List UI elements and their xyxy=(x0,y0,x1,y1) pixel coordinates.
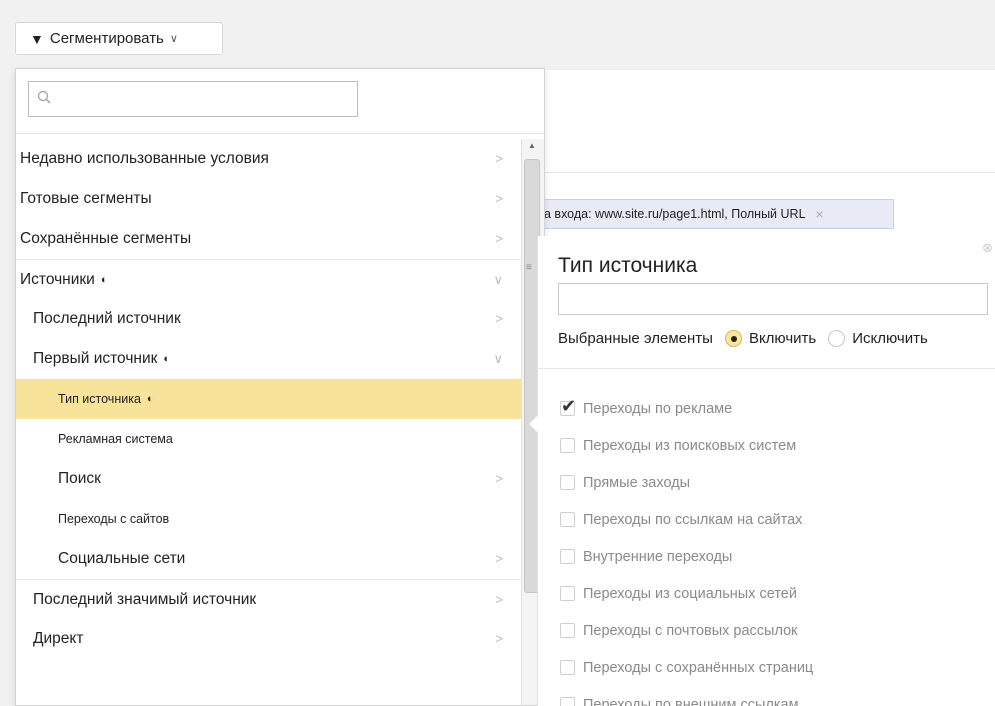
menu-item-label: Директ xyxy=(33,630,84,647)
menu-item-social[interactable]: Социальные сети > xyxy=(16,539,521,579)
option-label: Переходы из социальных сетей xyxy=(583,585,797,602)
option-row[interactable]: Переходы с сохранённых страниц xyxy=(560,649,990,686)
menu-item-label: Недавно использованные условия xyxy=(20,150,269,167)
menu-list: Недавно использованные условия > Готовые… xyxy=(16,139,521,659)
option-row[interactable]: Переходы из поисковых систем xyxy=(560,427,990,464)
chevron-right-icon: > xyxy=(495,471,503,486)
checkbox[interactable] xyxy=(560,586,575,601)
chevron-right-icon: > xyxy=(495,151,503,166)
exclude-label: Исключить xyxy=(852,330,928,347)
report-divider xyxy=(545,172,995,173)
menu-item-ad-system[interactable]: Рекламная система xyxy=(16,419,521,459)
option-label: Переходы из поисковых систем xyxy=(583,437,797,454)
option-label: Прямые заходы xyxy=(583,474,691,491)
menu-item-recent[interactable]: Недавно использованные условия > xyxy=(16,139,521,179)
menu-item-first-source[interactable]: Первый источник ◐ ∨ xyxy=(16,339,521,379)
menu-item-last-significant-source[interactable]: Последний значимый источник > xyxy=(16,579,521,619)
close-icon[interactable]: ⊗ xyxy=(982,240,993,256)
divider xyxy=(16,133,544,134)
menu-item-sources[interactable]: Источники ◐ ∨ xyxy=(16,259,521,299)
menu-item-source-type[interactable]: Тип источника ◐ xyxy=(16,379,521,419)
menu-item-saved-segments[interactable]: Сохранённые сегменты > xyxy=(16,219,521,259)
half-circle-icon: ◐ xyxy=(163,353,171,365)
chevron-down-icon: ∨ xyxy=(493,272,503,287)
menu-item-label: Последний значимый источник xyxy=(33,590,257,608)
checkbox[interactable] xyxy=(560,512,575,527)
option-row[interactable]: Переходы по ссылкам на сайтах xyxy=(560,501,990,538)
segment-dropdown: Недавно использованные условия > Готовые… xyxy=(15,68,545,706)
checkbox[interactable] xyxy=(560,623,575,638)
chevron-right-icon: > xyxy=(495,231,503,246)
menu-item-label: Рекламная система xyxy=(58,432,173,446)
chevron-right-icon: > xyxy=(495,191,503,206)
checkbox[interactable] xyxy=(560,475,575,490)
option-label: Переходы по внешним ссылкам xyxy=(583,696,799,706)
menu-item-label: Социальные сети xyxy=(58,550,186,567)
filter-chip-text: а входа: www.site.ru/page1.html, Полный … xyxy=(544,207,806,221)
option-label: Переходы по рекламе xyxy=(583,400,733,417)
filter-chip[interactable]: а входа: www.site.ru/page1.html, Полный … xyxy=(537,199,894,229)
option-row[interactable]: Переходы из социальных сетей xyxy=(560,575,990,612)
source-type-panel: ⊗ Тип источника Выбранные элементы Включ… xyxy=(528,236,995,706)
menu-item-search[interactable]: Поиск > xyxy=(16,459,521,499)
menu-item-label: Сохранённые сегменты xyxy=(20,230,192,247)
checkbox[interactable] xyxy=(560,438,575,453)
selected-elements-label: Выбранные элементы xyxy=(558,330,713,347)
include-radio[interactable] xyxy=(724,330,742,347)
half-circle-icon: ◐ xyxy=(100,273,108,286)
exclude-radio[interactable] xyxy=(828,330,846,347)
option-label: Переходы с почтовых рассылок xyxy=(583,622,798,639)
include-label: Включить xyxy=(748,330,817,347)
half-circle-icon: ◐ xyxy=(146,393,154,405)
option-row[interactable]: Переходы по внешним ссылкам xyxy=(560,686,990,706)
options-list: Переходы по рекламе Переходы из поисковы… xyxy=(560,390,990,706)
menu-item-label: Источники xyxy=(20,270,95,288)
menu-item-label: Переходы с сайтов xyxy=(58,512,170,526)
segment-button-label: Сегментировать xyxy=(49,30,164,47)
checkbox[interactable] xyxy=(560,396,576,417)
search-input[interactable] xyxy=(28,81,358,117)
menu-item-label: Последний источник xyxy=(33,310,181,327)
panel-search-input[interactable] xyxy=(558,283,988,315)
menu-item-label: Тип источника xyxy=(58,392,141,406)
menu-item-direct[interactable]: Директ > xyxy=(16,619,521,659)
chevron-right-icon: > xyxy=(495,592,503,607)
option-row[interactable]: Переходы по рекламе xyxy=(560,390,990,427)
segment-button[interactable]: ▼ Сегментировать ∨ xyxy=(15,22,223,55)
resize-handle-icon[interactable]: ≡ xyxy=(526,262,534,276)
option-row[interactable]: Внутренние переходы xyxy=(560,538,990,575)
menu-item-last-source[interactable]: Последний источник > xyxy=(16,299,521,339)
close-icon[interactable]: × xyxy=(816,206,824,222)
chevron-right-icon: > xyxy=(495,631,503,646)
filter-icon: ▼ xyxy=(30,30,44,47)
checkbox[interactable] xyxy=(560,549,575,564)
menu-item-ready-segments[interactable]: Готовые сегменты > xyxy=(16,179,521,219)
option-row[interactable]: Прямые заходы xyxy=(560,464,990,501)
menu-item-label: Первый источник xyxy=(33,350,158,367)
checkbox[interactable] xyxy=(560,697,575,706)
chevron-down-icon: ∨ xyxy=(493,351,503,366)
menu-item-label: Поиск xyxy=(58,470,101,487)
checkbox[interactable] xyxy=(560,660,575,675)
chevron-right-icon: > xyxy=(495,551,503,566)
option-label: Переходы по ссылкам на сайтах xyxy=(583,511,803,528)
dropdown-caret xyxy=(120,69,140,78)
option-label: Внутренние переходы xyxy=(583,548,733,565)
chevron-right-icon: > xyxy=(495,311,503,326)
scroll-up-icon[interactable]: ▲ xyxy=(528,141,536,150)
panel-title: Тип источника xyxy=(558,254,698,277)
option-row[interactable]: Переходы с почтовых рассылок xyxy=(560,612,990,649)
menu-item-label: Готовые сегменты xyxy=(20,190,152,207)
chevron-down-icon: ∨ xyxy=(169,33,178,45)
selection-mode: Выбранные элементы Включить Исключить xyxy=(558,330,928,347)
divider xyxy=(538,368,995,369)
option-label: Переходы с сохранённых страниц xyxy=(583,659,814,676)
search-icon xyxy=(37,90,51,104)
menu-item-site-referrals[interactable]: Переходы с сайтов xyxy=(16,499,521,539)
